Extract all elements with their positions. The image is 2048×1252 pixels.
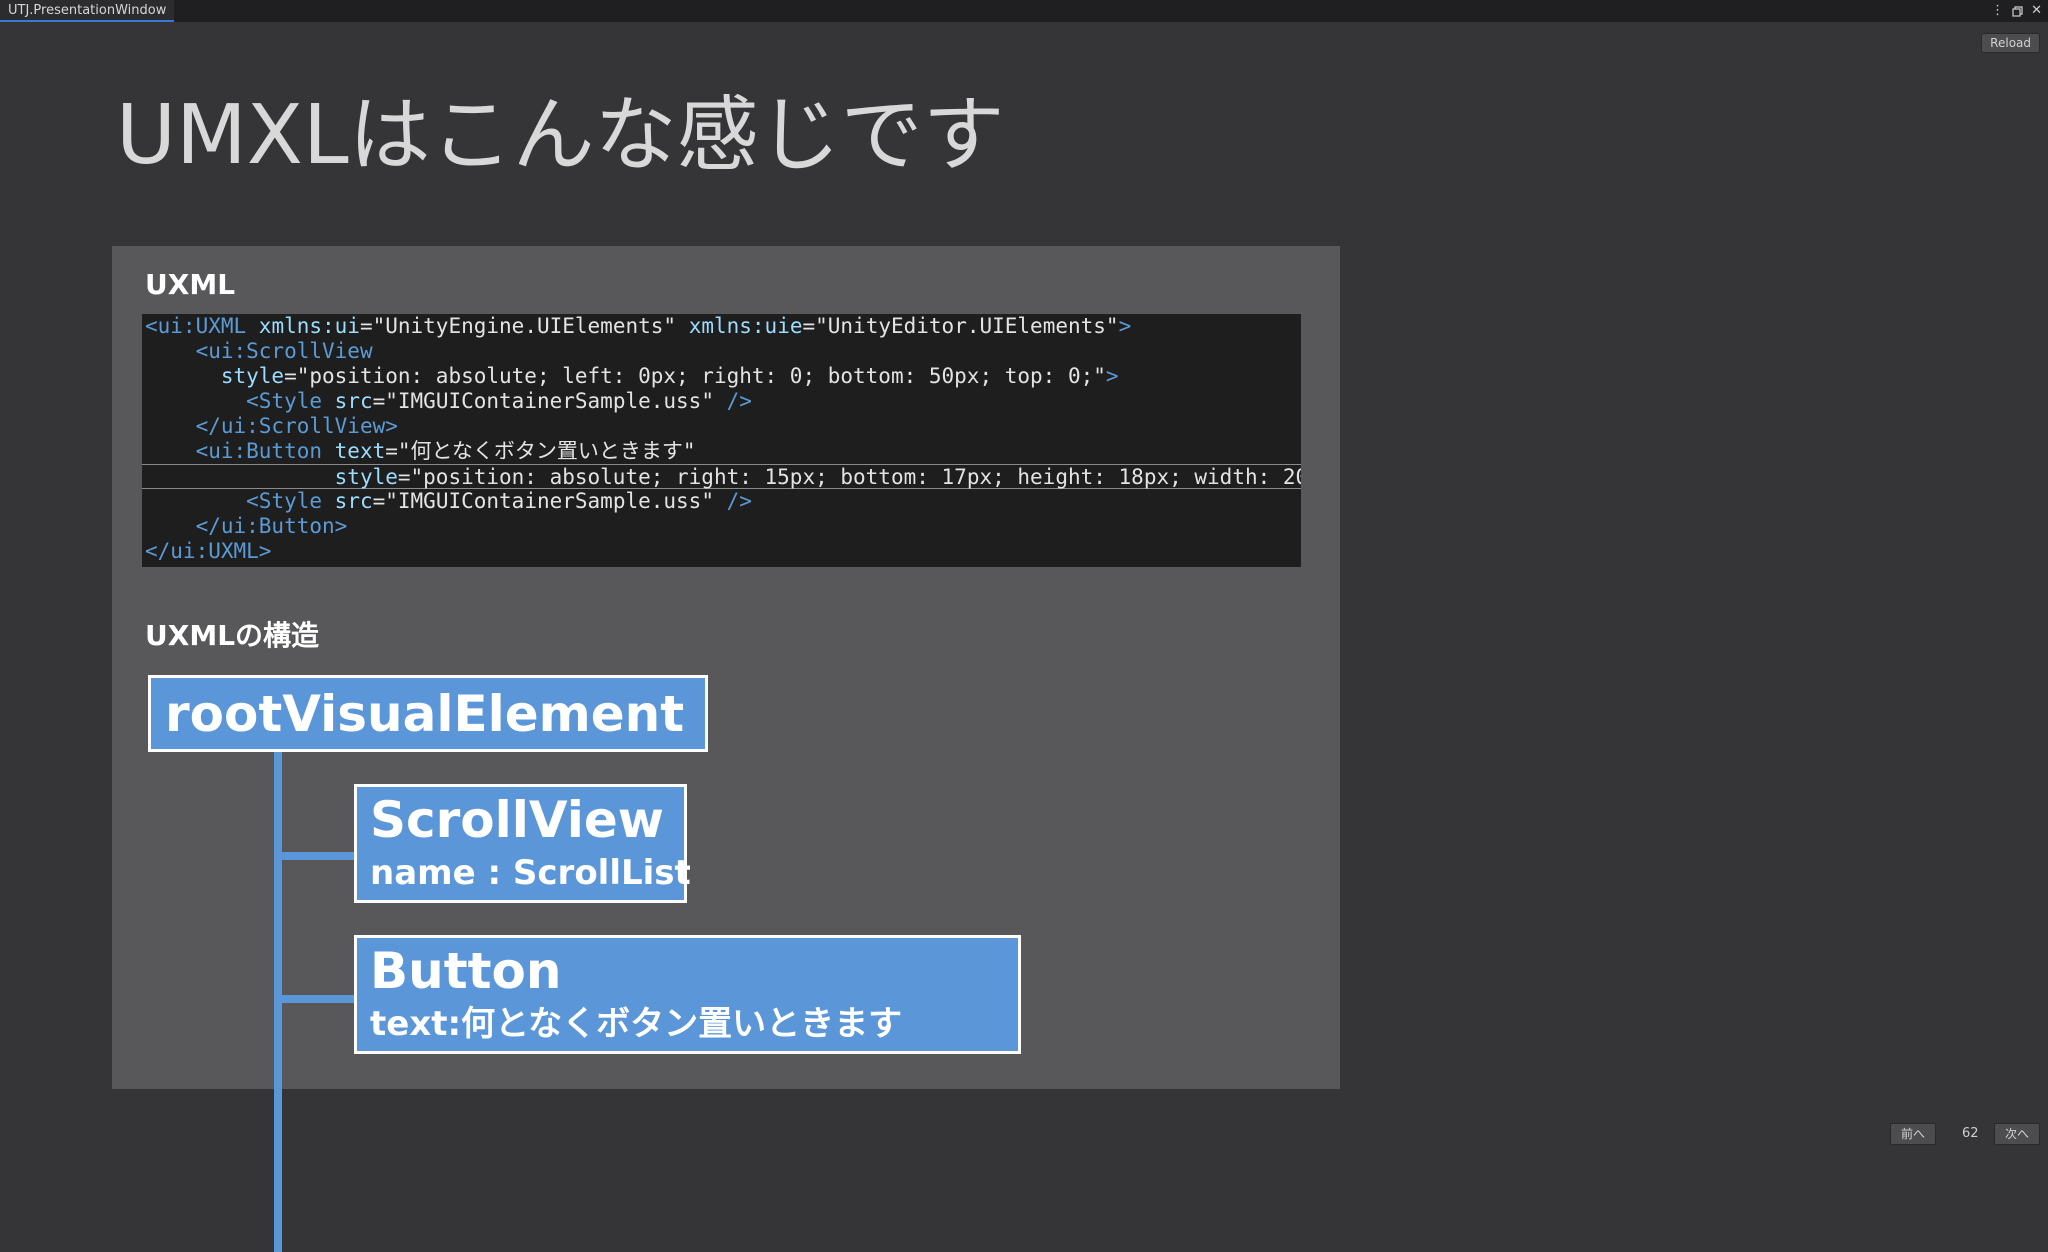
root-label: rootVisualElement xyxy=(165,685,685,743)
code-token: text xyxy=(334,439,386,463)
code-line: </ui:UXML> xyxy=(142,539,1301,564)
close-icon[interactable]: ✕ xyxy=(2031,0,2042,22)
code-token: ="position: absolute; left: 0px; right: … xyxy=(284,364,1106,388)
code-token: ="IMGUIContainerSample.uss" xyxy=(372,489,727,513)
prev-button[interactable]: 前へ xyxy=(1890,1123,1937,1145)
code-token: src xyxy=(334,489,373,513)
code-token: style xyxy=(334,465,398,489)
code-line: <ui:ScrollView xyxy=(142,339,1301,364)
button-box: Button text:何となくボタン置いときます xyxy=(354,935,1021,1054)
code-line: style="position: absolute; left: 0px; ri… xyxy=(142,364,1301,389)
code-token: </ui:UXML> xyxy=(145,539,272,563)
title-bar: UTJ.PresentationWindow ⋮ ✕ xyxy=(0,0,2048,22)
window-controls: ⋮ ✕ xyxy=(1991,0,2042,22)
scrollview-label: ScrollView xyxy=(370,791,664,849)
code-line: <Style src="IMGUIContainerSample.uss" /> xyxy=(142,389,1301,414)
code-token: > xyxy=(1105,364,1119,388)
structure-heading: UXMLの構造 xyxy=(145,619,320,652)
code-line: </ui:Button> xyxy=(142,514,1301,539)
code-token: ="何となくボタン置いときます" xyxy=(385,439,696,463)
code-token: xmlns:ui xyxy=(258,314,360,338)
maximize-icon[interactable] xyxy=(2012,5,2023,17)
code-token: /> xyxy=(726,489,752,513)
code-token: </ui:Button> xyxy=(195,514,348,538)
page-number: 62 xyxy=(1962,1126,1979,1141)
code-token: <Style xyxy=(246,489,335,513)
code-token: /> xyxy=(726,389,752,413)
button-label: Button xyxy=(370,942,562,1000)
code-line: style="position: absolute; right: 15px; … xyxy=(142,464,1301,489)
code-line: </ui:ScrollView> xyxy=(142,414,1301,439)
code-token: > xyxy=(1118,314,1132,338)
next-button[interactable]: 次へ xyxy=(1994,1123,2041,1145)
code-token: <ui:Button xyxy=(195,439,335,463)
code-token: ="UnityEngine.UIElements" xyxy=(359,314,689,338)
slide-title: UMXLはこんな感じです xyxy=(116,88,1005,183)
root-visual-element-box: rootVisualElement xyxy=(148,675,708,752)
code-token: style xyxy=(220,364,285,388)
scrollview-name: name : ScrollList xyxy=(370,853,691,893)
reload-button[interactable]: Reload xyxy=(1981,33,2040,53)
code-line: <ui:Button text="何となくボタン置いときます" xyxy=(142,439,1301,464)
code-token: ="position: absolute; right: 15px; botto… xyxy=(397,465,1301,489)
code-line: <Style src="IMGUIContainerSample.uss" /> xyxy=(142,489,1301,514)
more-options-icon[interactable]: ⋮ xyxy=(1991,0,2004,22)
content-panel: UXML <ui:UXML xmlns:ui="UnityEngine.UIEl… xyxy=(112,246,1340,1252)
code-block: <ui:UXML xmlns:ui="UnityEngine.UIElement… xyxy=(142,314,1301,567)
code-token: src xyxy=(334,389,373,413)
code-token: <ui:UXML xyxy=(145,314,259,338)
code-line: <ui:UXML xmlns:ui="UnityEngine.UIElement… xyxy=(142,314,1301,339)
code-token: <Style xyxy=(246,389,335,413)
code-token: ="UnityEditor.UIElements" xyxy=(802,314,1119,338)
scrollview-box: ScrollView name : ScrollList xyxy=(354,784,691,903)
uxml-heading: UXML xyxy=(145,268,236,301)
code-token: xmlns:uie xyxy=(688,314,803,338)
window-tab[interactable]: UTJ.PresentationWindow xyxy=(0,0,175,22)
code-token: <ui:ScrollView xyxy=(195,339,373,363)
code-token: </ui:ScrollView> xyxy=(195,414,398,438)
code-token: ="IMGUIContainerSample.uss" xyxy=(372,389,727,413)
button-text: text:何となくボタン置いときます xyxy=(370,1004,903,1044)
